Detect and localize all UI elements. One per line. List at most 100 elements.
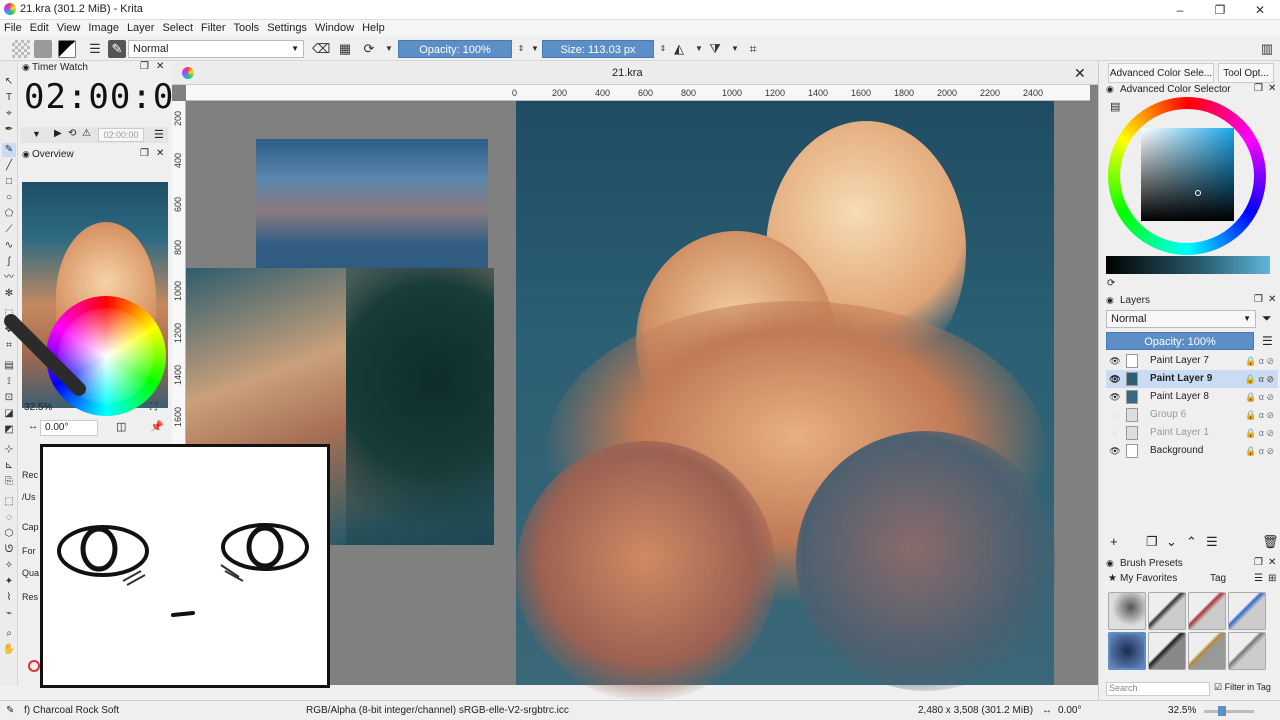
alarm-icon[interactable]: ⚠: [82, 128, 91, 139]
layer-menu-icon[interactable]: ☰: [1262, 334, 1273, 348]
brush-preset-item[interactable]: [1148, 592, 1186, 630]
smart-patch-icon[interactable]: ⊡: [2, 391, 16, 405]
size-slider[interactable]: Size: 113.03 px: [542, 40, 654, 58]
eye-icon[interactable]: 👁: [1109, 442, 1121, 460]
filter-in-tag-checkbox[interactable]: ☑ Filter in Tag: [1214, 682, 1271, 693]
preserve-alpha-icon[interactable]: ▦: [336, 40, 354, 58]
docker-lock-icon[interactable]: ◉: [22, 149, 30, 160]
reset-icon[interactable]: ⟲: [68, 128, 76, 139]
maximize-button[interactable]: ❐: [1200, 1, 1240, 19]
eye-icon[interactable]: 👁: [1109, 388, 1121, 406]
docker-lock-icon[interactable]: ◉: [1106, 84, 1114, 95]
delete-layer-icon[interactable]: 🗑: [1262, 534, 1279, 550]
list-view-icon[interactable]: ☰: [1254, 573, 1263, 584]
freehand-path-icon[interactable]: ʃ: [2, 255, 16, 269]
close-document-button[interactable]: ✕: [1074, 65, 1086, 82]
chevron-down-icon[interactable]: ▼: [726, 40, 744, 58]
layer-row[interactable]: ○ Paint Layer 1 🔒 α ⊘: [1106, 424, 1278, 442]
rotation-field[interactable]: 0.00°: [40, 420, 98, 436]
brush-preset-item[interactable]: [1228, 632, 1266, 670]
docker-toggle-icon[interactable]: ▥: [1258, 40, 1276, 58]
assistant-tool-icon[interactable]: ⊹: [2, 443, 16, 457]
brush-preset-item[interactable]: [1228, 592, 1266, 630]
add-layer-icon[interactable]: +: [1110, 534, 1118, 549]
painting-canvas[interactable]: [516, 101, 1056, 701]
menu-image[interactable]: Image: [84, 20, 123, 36]
close-docker-icon[interactable]: ✕: [1268, 557, 1276, 568]
reload-preset-icon[interactable]: ⟳: [360, 40, 378, 58]
menu-select[interactable]: Select: [158, 20, 197, 36]
mirror-horizontal-icon[interactable]: ◭: [670, 40, 688, 58]
polyline-tool-icon[interactable]: ⟋: [2, 223, 16, 237]
gradient-preset-icon[interactable]: [12, 40, 30, 58]
polygon-tool-icon[interactable]: ⬠: [2, 207, 16, 221]
menu-layer[interactable]: Layer: [123, 20, 159, 36]
zoom-slider-handle[interactable]: [1218, 706, 1226, 716]
contiguous-select-icon[interactable]: ✧: [2, 559, 16, 573]
layer-opacity-slider[interactable]: Opacity: 100%: [1106, 332, 1254, 350]
brush-preset-icon[interactable]: ✎: [108, 40, 126, 58]
wrap-around-icon[interactable]: ⌗: [744, 40, 762, 58]
freehand-brush-icon[interactable]: ✎: [2, 143, 16, 157]
magnetic-select-icon[interactable]: ⌁: [2, 607, 16, 621]
pan-tool-icon[interactable]: ✋: [2, 643, 16, 657]
duplicate-layer-icon[interactable]: ❐: [1146, 534, 1158, 550]
menu-filter[interactable]: Filter: [197, 20, 229, 36]
brush-preset-item-selected[interactable]: [1108, 632, 1146, 670]
pin-icon[interactable]: 📌: [150, 420, 164, 433]
chevron-down-icon[interactable]: ▼: [380, 40, 398, 58]
filter-icon[interactable]: ⏷: [1262, 311, 1272, 326]
document-tab-title[interactable]: 21.kra: [612, 67, 643, 79]
menu-help[interactable]: Help: [358, 20, 389, 36]
reference-image-sky[interactable]: [256, 139, 488, 269]
color-history-bar[interactable]: [1106, 256, 1270, 274]
docker-lock-icon[interactable]: ◉: [22, 62, 30, 73]
saturation-value-square[interactable]: [1141, 128, 1234, 221]
menu-file[interactable]: File: [0, 20, 26, 36]
tab-advanced-color-selector[interactable]: Advanced Color Sele...: [1108, 63, 1214, 83]
edit-shapes-icon[interactable]: ⌖: [2, 107, 16, 121]
mirror-vertical-icon[interactable]: ⧩: [706, 40, 724, 58]
rotate-icon[interactable]: ↔: [1042, 701, 1052, 720]
eraser-mode-icon[interactable]: ⌫: [312, 40, 330, 58]
layer-flags-icon[interactable]: 🔒 α ⊘: [1245, 406, 1274, 424]
freehand-select-icon[interactable]: ᘎ: [2, 543, 16, 557]
rectangle-tool-icon[interactable]: □: [2, 175, 16, 189]
opacity-slider[interactable]: Opacity: 100%: [398, 40, 512, 58]
move-down-icon[interactable]: ⌄: [1166, 534, 1177, 550]
fit-view-icon[interactable]: ⛶: [150, 402, 157, 413]
pattern-preset-icon[interactable]: [34, 40, 52, 58]
layer-properties-icon[interactable]: ☰: [1206, 534, 1218, 550]
blend-mode-select[interactable]: Normal ▼: [128, 40, 304, 58]
layer-row[interactable]: ○ Group 6 🔒 α ⊘: [1106, 406, 1278, 424]
layer-flags-icon[interactable]: 🔒 α ⊘: [1245, 370, 1274, 388]
layer-blend-mode-select[interactable]: Normal ▼: [1106, 310, 1256, 328]
reference-tool-icon[interactable]: ⎘: [2, 475, 16, 489]
brush-preset-item[interactable]: [1188, 632, 1226, 670]
edit-brush-settings-icon[interactable]: ☰: [86, 40, 104, 58]
close-docker-icon[interactable]: ✕: [156, 148, 164, 159]
multibrush-icon[interactable]: ✻: [2, 287, 16, 301]
tag-filter-select[interactable]: My Favorites: [1120, 573, 1177, 584]
similar-select-icon[interactable]: ✦: [2, 575, 16, 589]
gradient-tool-icon[interactable]: ▤: [2, 359, 16, 373]
color-picker-icon[interactable]: ⟟: [2, 375, 16, 389]
float-docker-icon[interactable]: ❐: [1254, 557, 1263, 568]
menu-view[interactable]: View: [53, 20, 85, 36]
menu-tools[interactable]: Tools: [230, 20, 264, 36]
layer-row-selected[interactable]: 👁 Paint Layer 9 🔒 α ⊘: [1106, 370, 1278, 388]
layer-flags-icon[interactable]: 🔒 α ⊘: [1245, 442, 1274, 460]
tab-tool-options[interactable]: Tool Opt...: [1218, 63, 1274, 83]
refresh-icon[interactable]: ⟳: [1107, 278, 1115, 289]
timer-time-field[interactable]: 02:00:00: [98, 128, 144, 142]
enclose-fill-icon[interactable]: ◩: [2, 423, 16, 437]
docker-lock-icon[interactable]: ◉: [1106, 558, 1114, 569]
menu-edit[interactable]: Edit: [26, 20, 53, 36]
close-docker-icon[interactable]: ✕: [1268, 83, 1276, 94]
layer-flags-icon[interactable]: 🔒 α ⊘: [1245, 424, 1274, 442]
text-tool-icon[interactable]: T: [2, 91, 16, 105]
docker-lock-icon[interactable]: ◉: [1106, 295, 1114, 306]
minimize-button[interactable]: –: [1160, 1, 1200, 19]
ellipse-select-icon[interactable]: ◌: [2, 511, 16, 525]
chevron-down-icon[interactable]: ▼: [32, 129, 41, 139]
